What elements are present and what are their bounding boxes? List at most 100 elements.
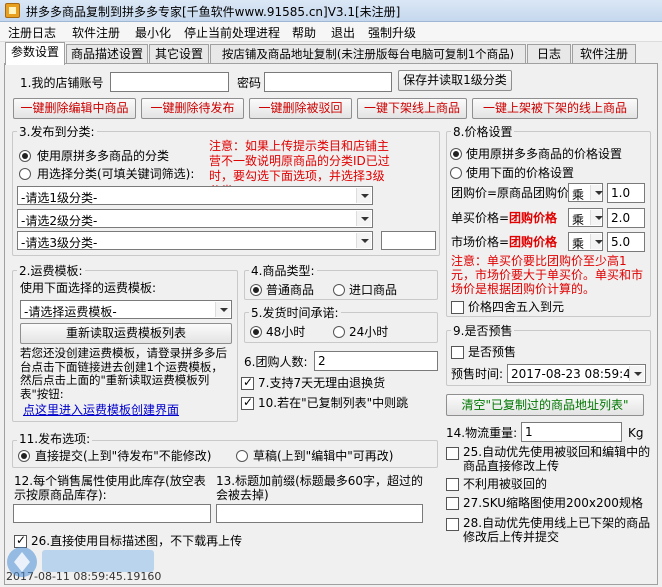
chevron-down-icon xyxy=(356,188,371,203)
option28-label: 28.自动优先使用线上已下架的商品修改后上传并提交 xyxy=(463,516,651,544)
tab-software-register[interactable]: 软件注册 xyxy=(572,44,636,64)
delete-rejected-button[interactable]: 一键删除被驳回 xyxy=(249,98,352,119)
price-round-label: 价格四舍五入到元 xyxy=(468,300,565,314)
no-rejected-checkbox[interactable] xyxy=(446,478,459,491)
skip-copied-label: 10.若在"已复制列表"中则跳 xyxy=(258,396,409,410)
weight-input[interactable]: 1 xyxy=(521,422,622,442)
product-type-legend: 4.商品类型: xyxy=(249,264,317,278)
price-original-label: 使用原拼多多商品的价格设置 xyxy=(466,147,623,161)
market-price-op-select[interactable]: 乘 xyxy=(568,232,603,251)
account-label: 1.我的店铺账号 xyxy=(20,76,104,90)
weight-label: 14.物流重量: xyxy=(446,426,518,440)
option28-checkbox[interactable] xyxy=(446,518,459,531)
normal-product-label: 普通商品 xyxy=(266,283,315,297)
presale-time-picker[interactable]: 2017-08-23 08:59:45 xyxy=(507,364,646,383)
menu-help[interactable]: 帮助 xyxy=(292,24,316,41)
single-price-base: 团购价格 xyxy=(509,211,558,225)
category-original-radio[interactable] xyxy=(19,150,31,162)
clear-copied-list-button[interactable]: 清空"已复制过的商品地址列表" xyxy=(446,394,644,416)
tab-log[interactable]: 日志 xyxy=(527,44,571,64)
publish-draft-label: 草稿(上到"编辑中"可再改) xyxy=(253,449,394,463)
account-input[interactable] xyxy=(110,72,229,92)
sales-attr-input[interactable] xyxy=(13,504,211,523)
tab-parameter-settings[interactable]: 参数设置 xyxy=(5,42,65,65)
shipping-use-label: 使用下面选择的运费模板: xyxy=(20,281,157,295)
category-level3-select[interactable]: -请选3级分类- xyxy=(17,231,373,250)
delivery-24h-label: 24小时 xyxy=(349,325,389,339)
category-level2-select[interactable]: -请选2级分类- xyxy=(17,209,373,228)
market-price-base: 团购价格 xyxy=(509,235,558,249)
publish-option-legend: 11.发布选项: xyxy=(17,432,93,446)
unlist-online-button[interactable]: 一键下架线上商品 xyxy=(357,98,467,119)
chevron-down-icon xyxy=(590,185,603,200)
group-price-factor-input[interactable]: 1.0 xyxy=(607,183,645,203)
publish-direct-radio[interactable] xyxy=(18,450,30,462)
category-select-radio[interactable] xyxy=(19,168,31,180)
presale-checkbox[interactable] xyxy=(451,346,464,359)
app-icon xyxy=(5,3,20,18)
chevron-down-icon xyxy=(356,211,371,226)
single-price-label: 单买价格= xyxy=(451,211,510,225)
option27-checkbox[interactable] xyxy=(446,497,459,510)
delivery-48h-radio[interactable] xyxy=(250,326,262,338)
save-read-category-button[interactable]: 保存并读取1级分类 xyxy=(398,70,512,91)
delivery-24h-radio[interactable] xyxy=(333,326,345,338)
presale-time-label: 预售时间: xyxy=(451,367,504,381)
category-level1-select[interactable]: -请选1级分类- xyxy=(17,186,373,205)
chevron-down-icon xyxy=(629,366,644,381)
price-legend: 8.价格设置 xyxy=(451,125,515,139)
single-price-factor-input[interactable]: 2.0 xyxy=(607,208,645,228)
menu-force-upgrade[interactable]: 强制升级 xyxy=(368,24,416,41)
publish-draft-radio[interactable] xyxy=(236,450,248,462)
category-filter-input[interactable] xyxy=(381,231,436,250)
chevron-down-icon xyxy=(356,233,371,248)
sales-attr-label: 12.每个销售属性使用此库存(放空表示按原商品库存): xyxy=(14,474,206,502)
menu-exit[interactable]: 退出 xyxy=(331,24,355,41)
price-round-checkbox[interactable] xyxy=(451,301,464,314)
menu-stop-process[interactable]: 停止当前处理进程 xyxy=(184,24,280,41)
menu-software-register[interactable]: 软件注册 xyxy=(72,24,120,41)
skip-copied-checkbox[interactable] xyxy=(241,395,254,410)
chevron-down-icon xyxy=(590,234,603,249)
group-price-op-select[interactable]: 乘 xyxy=(568,183,603,202)
shipping-template-select[interactable]: -请选择运费模板- xyxy=(20,300,232,319)
reload-shipping-button[interactable]: 重新读取运费模板列表 xyxy=(20,323,232,344)
shipping-create-link[interactable]: 点这里进入运费模板创建界面 xyxy=(23,403,179,417)
group-size-input[interactable]: 2 xyxy=(314,351,438,371)
price-formula-label: 使用下面的价格设置 xyxy=(466,166,575,180)
tab-copy-by-url[interactable]: 按店铺及商品地址复制(未注册版每台电脑可复制1个商品) xyxy=(210,44,526,64)
tab-description-settings[interactable]: 商品描述设置 xyxy=(66,44,148,64)
category-select-label: 用选择分类(可填关键词筛选): xyxy=(37,167,195,181)
delete-editing-button[interactable]: 一键删除编辑中商品 xyxy=(13,98,136,119)
option25-label: 25.自动优先使用被驳回和编辑中的商品直接修改上传 xyxy=(463,445,651,473)
single-price-op-select[interactable]: 乘 xyxy=(568,208,603,227)
shipping-legend: 2.运费模板: xyxy=(17,264,85,278)
presale-label: 是否预售 xyxy=(468,345,517,359)
option25-checkbox[interactable] xyxy=(446,447,459,460)
price-formula-radio[interactable] xyxy=(450,167,462,179)
import-product-label: 进口商品 xyxy=(349,283,398,297)
delete-pending-button[interactable]: 一键删除待发布 xyxy=(141,98,244,119)
normal-product-radio[interactable] xyxy=(250,284,262,296)
relist-removed-button[interactable]: 一键上架被下架的线上商品 xyxy=(472,98,638,119)
return-policy-checkbox[interactable] xyxy=(241,375,254,390)
shipping-help-text: 若您还没创建运费模板，请登录拼多多后台点击下面链接进去创建1个运费模板，然后点击… xyxy=(20,346,227,401)
category-legend: 3.发布到分类: xyxy=(17,125,97,139)
market-price-label: 市场价格= xyxy=(451,235,510,249)
menu-register-log[interactable]: 注册日志 xyxy=(8,24,56,41)
presale-legend: 9.是否预售 xyxy=(451,324,515,338)
price-original-radio[interactable] xyxy=(450,148,462,160)
title-prefix-input[interactable] xyxy=(216,504,423,523)
window-title: 拼多多商品复制到拼多多专家[千鱼软件www.91585.cn]V3.1[未注册] xyxy=(26,5,401,19)
return-policy-label: 7.支持7天无理由退换货 xyxy=(258,376,386,390)
market-price-factor-input[interactable]: 5.0 xyxy=(607,232,645,252)
menu-minimize[interactable]: 最小化 xyxy=(135,24,171,41)
delivery-legend: 5.发货时间承诺: xyxy=(249,306,341,320)
chevron-down-icon xyxy=(590,210,603,225)
import-product-radio[interactable] xyxy=(333,284,345,296)
password-input[interactable] xyxy=(264,72,392,92)
weight-unit: Kg xyxy=(628,426,644,440)
tab-other-settings[interactable]: 其它设置 xyxy=(149,44,209,64)
delivery-48h-label: 48小时 xyxy=(266,325,306,339)
group-size-label: 6.团购人数: xyxy=(244,355,308,369)
